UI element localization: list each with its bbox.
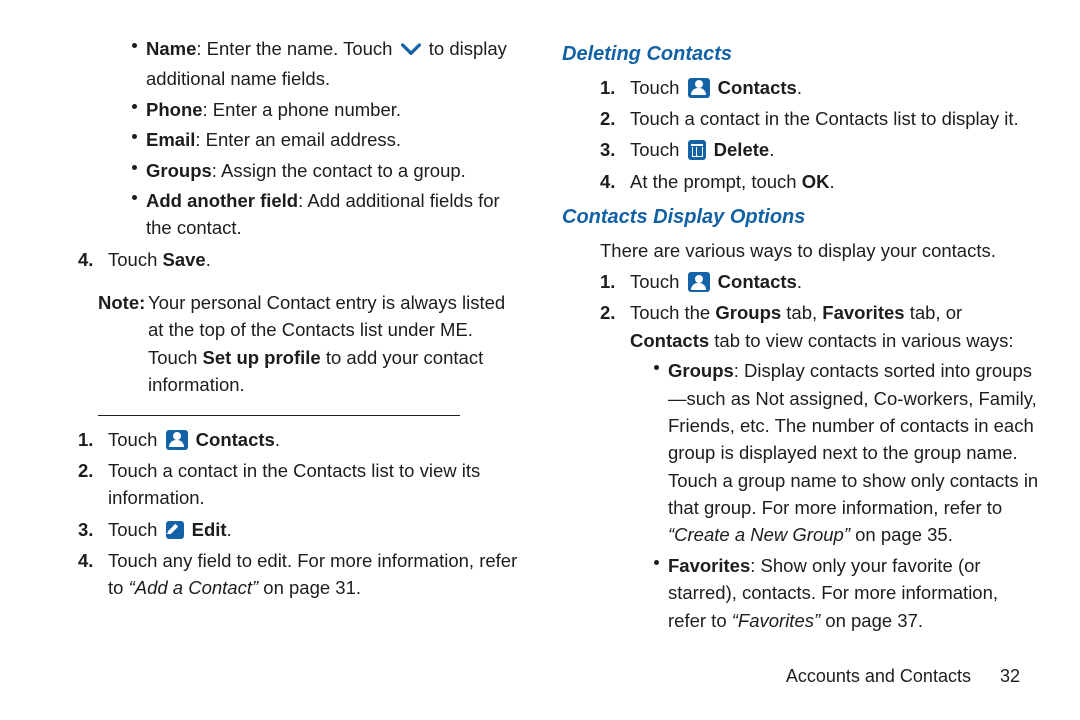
divider [98,415,460,416]
del-step-3: 3.Touch Delete. [562,136,1040,163]
del-step-1: 1.Touch Contacts. [562,74,1040,101]
edit-icon [166,521,184,539]
step-2-view: 2.Touch a contact in the Contacts list t… [40,457,518,512]
bullet-email: Email: Enter an email address. [40,126,518,153]
step-3-edit: 3.Touch Edit. [40,516,518,543]
step-1-contacts: 1.Touch Contacts. [40,426,518,453]
page-number: 32 [1000,666,1020,686]
sub-favorites: Favorites: Show only your favorite (or s… [630,552,1040,634]
step-4-editfield: 4.Touch any field to edit. For more info… [40,547,518,602]
sub-groups: Groups: Display contacts sorted into gro… [630,357,1040,549]
bullet-groups: Groups: Assign the contact to a group. [40,157,518,184]
delete-icon [688,140,706,160]
bullet-add-field: Add another field: Add additional fields… [40,187,518,242]
note: Note: Your personal Contact entry is alw… [40,289,518,399]
del-step-4: 4.At the prompt, touch OK. [562,168,1040,195]
bullet-name: Name: Enter the name. Touch to display a… [40,35,518,93]
step-4-save: 4.Touch Save. [40,246,518,273]
disp-intro: There are various ways to display your c… [562,237,1040,264]
bullet-phone: Phone: Enter a phone number. [40,96,518,123]
disp-step-1: 1.Touch Contacts. [562,268,1040,295]
contacts-icon [166,430,188,450]
del-step-2: 2.Touch a contact in the Contacts list t… [562,105,1040,132]
contacts-icon [688,78,710,98]
footer-section: Accounts and Contacts [786,666,971,686]
contacts-icon [688,272,710,292]
chevron-down-icon [401,38,421,65]
disp-step-2: 2.Touch the Groups tab, Favorites tab, o… [562,299,1040,634]
left-column: Name: Enter the name. Touch to display a… [40,32,518,720]
page-footer: Accounts and Contacts 32 [786,663,1020,690]
heading-deleting: Deleting Contacts [562,40,1040,70]
right-column: Deleting Contacts 1.Touch Contacts. 2.To… [562,32,1040,720]
heading-display-options: Contacts Display Options [562,203,1040,233]
